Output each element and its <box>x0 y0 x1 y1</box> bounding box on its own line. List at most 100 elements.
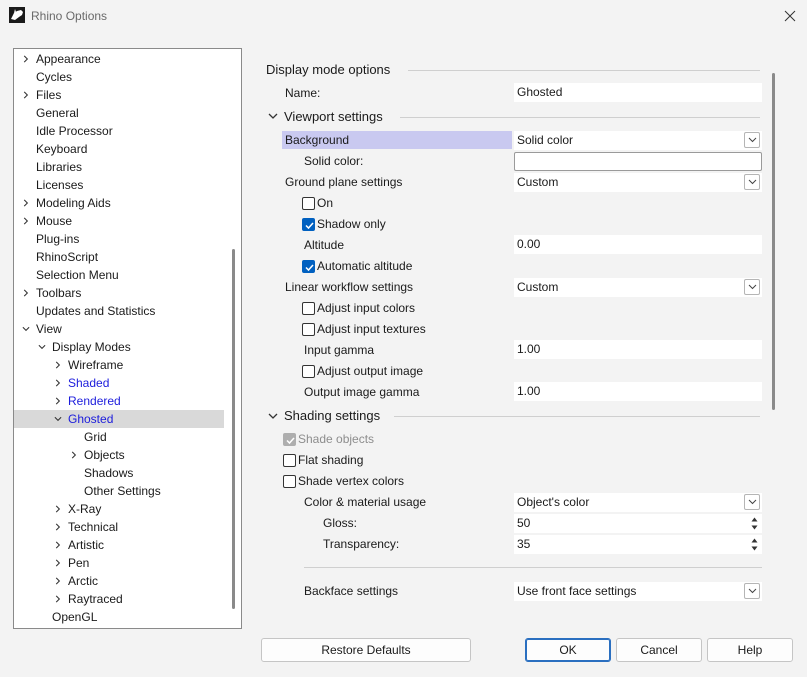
close-button[interactable] <box>772 0 807 32</box>
tree-item[interactable]: Shadows <box>14 464 224 482</box>
chevron-right-icon[interactable] <box>22 55 30 63</box>
linear-workflow-value: Custom <box>517 280 559 294</box>
chevron-right-icon[interactable] <box>54 505 62 513</box>
spin-down-icon[interactable] <box>748 523 760 531</box>
tree-item-label: Appearance <box>36 52 101 66</box>
tree-item[interactable]: Selection Menu <box>14 266 224 284</box>
shade-objects-checkbox[interactable] <box>283 433 296 446</box>
solid-color-label: Solid color: <box>304 154 364 168</box>
gloss-spinner[interactable] <box>748 515 760 532</box>
color-usage-select[interactable]: Object's color <box>514 493 762 512</box>
spin-up-icon[interactable] <box>748 536 760 544</box>
name-field[interactable]: Ghosted <box>514 83 762 102</box>
tree-item[interactable]: OpenGL <box>14 608 224 626</box>
chevron-right-icon[interactable] <box>22 217 30 225</box>
tree-item[interactable]: Libraries <box>14 158 224 176</box>
cancel-button[interactable]: Cancel <box>616 638 702 662</box>
tree-item[interactable]: Updates and Statistics <box>14 302 224 320</box>
on-checkbox[interactable] <box>302 197 315 210</box>
chevron-down-icon[interactable] <box>54 415 62 423</box>
backface-select[interactable]: Use front face settings <box>514 582 762 601</box>
chevron-right-icon[interactable] <box>54 541 62 549</box>
tree-item[interactable]: Toolbars <box>14 284 224 302</box>
shadow-only-checkbox[interactable] <box>302 218 315 231</box>
tree-item[interactable]: Files <box>14 86 224 104</box>
chevron-right-icon[interactable] <box>22 91 30 99</box>
tree-item[interactable]: Idle Processor <box>14 122 224 140</box>
tree-item[interactable]: Cycles <box>14 68 224 86</box>
shading-collapse-icon[interactable] <box>268 412 278 420</box>
tree-item[interactable]: Display Modes <box>14 338 224 356</box>
tree-scrollbar[interactable] <box>232 249 235 609</box>
chevron-right-icon[interactable] <box>54 523 62 531</box>
options-tree[interactable]: Appearance Cycles Files General Idle Process… <box>13 48 242 629</box>
ground-plane-select[interactable]: Custom <box>514 173 762 192</box>
tree-item[interactable]: Modeling Aids <box>14 194 224 212</box>
tree-item[interactable]: Appearance <box>14 50 224 68</box>
automatic-altitude-checkbox[interactable] <box>302 260 315 273</box>
window-title: Rhino Options <box>31 9 108 23</box>
tree-item[interactable]: Other Settings <box>14 482 224 500</box>
restore-defaults-button[interactable]: Restore Defaults <box>261 638 471 662</box>
shade-vertex-colors-checkbox[interactable] <box>283 475 296 488</box>
tree-item[interactable]: Mouse <box>14 212 224 230</box>
flat-shading-checkbox[interactable] <box>283 454 296 467</box>
viewport-header: Viewport settings <box>284 109 383 124</box>
tree-item[interactable]: General <box>14 104 224 122</box>
transparency-field[interactable]: 35 <box>514 535 762 554</box>
tree-item[interactable]: Ghosted <box>14 410 224 428</box>
adjust-input-textures-checkbox[interactable] <box>302 323 315 336</box>
tree-item[interactable]: Rendered <box>14 392 224 410</box>
divider <box>304 567 762 568</box>
tree-item[interactable]: Grid <box>14 428 224 446</box>
tree-item[interactable]: Licenses <box>14 176 224 194</box>
spin-down-icon[interactable] <box>748 544 760 552</box>
solid-color-swatch[interactable] <box>514 152 762 171</box>
chevron-right-icon[interactable] <box>70 451 78 459</box>
tree-item[interactable]: View <box>14 320 224 338</box>
tree-item[interactable]: Keyboard <box>14 140 224 158</box>
tree-item[interactable]: Objects <box>14 446 224 464</box>
chevron-right-icon[interactable] <box>22 289 30 297</box>
tree-item[interactable]: Arctic <box>14 572 224 590</box>
spin-up-icon[interactable] <box>748 515 760 523</box>
tree-item[interactable]: Pen <box>14 554 224 572</box>
chevron-right-icon[interactable] <box>54 559 62 567</box>
chevron-right-icon[interactable] <box>54 379 62 387</box>
automatic-altitude-label: Automatic altitude <box>317 259 413 273</box>
altitude-label: Altitude <box>304 238 345 252</box>
output-gamma-field[interactable]: 1.00 <box>514 382 762 401</box>
gloss-field[interactable]: 50 <box>514 514 762 533</box>
tree-item[interactable]: RhinoScript <box>14 248 224 266</box>
linear-workflow-select[interactable]: Custom <box>514 278 762 297</box>
tree-item-label: Mouse <box>36 214 73 228</box>
input-gamma-field[interactable]: 1.00 <box>514 340 762 359</box>
tree-item-label: Technical <box>68 520 119 534</box>
tree-item[interactable]: Technical <box>14 518 224 536</box>
shading-header: Shading settings <box>284 408 381 423</box>
tree-item[interactable]: Wireframe <box>14 356 224 374</box>
chevron-right-icon[interactable] <box>54 577 62 585</box>
tree-item-label: Arctic <box>68 574 98 588</box>
background-value: Solid color <box>517 133 574 147</box>
tree-item[interactable]: X-Ray <box>14 500 224 518</box>
viewport-collapse-icon[interactable] <box>268 112 278 120</box>
altitude-field[interactable]: 0.00 <box>514 235 762 254</box>
tree-item[interactable]: Plug-ins <box>14 230 224 248</box>
tree-item[interactable]: Artistic <box>14 536 224 554</box>
settings-scrollbar[interactable] <box>772 73 775 410</box>
adjust-input-colors-checkbox[interactable] <box>302 302 315 315</box>
background-select[interactable]: Solid color <box>514 131 762 150</box>
ok-button[interactable]: OK <box>525 638 611 662</box>
chevron-down-icon[interactable] <box>22 325 30 333</box>
chevron-right-icon[interactable] <box>54 397 62 405</box>
chevron-down-icon[interactable] <box>38 343 46 351</box>
help-button[interactable]: Help <box>707 638 793 662</box>
tree-item[interactable]: Raytraced <box>14 590 224 608</box>
tree-item[interactable]: Shaded <box>14 374 224 392</box>
chevron-right-icon[interactable] <box>54 361 62 369</box>
chevron-right-icon[interactable] <box>54 595 62 603</box>
chevron-right-icon[interactable] <box>22 199 30 207</box>
transparency-spinner[interactable] <box>748 536 760 553</box>
adjust-output-image-checkbox[interactable] <box>302 365 315 378</box>
